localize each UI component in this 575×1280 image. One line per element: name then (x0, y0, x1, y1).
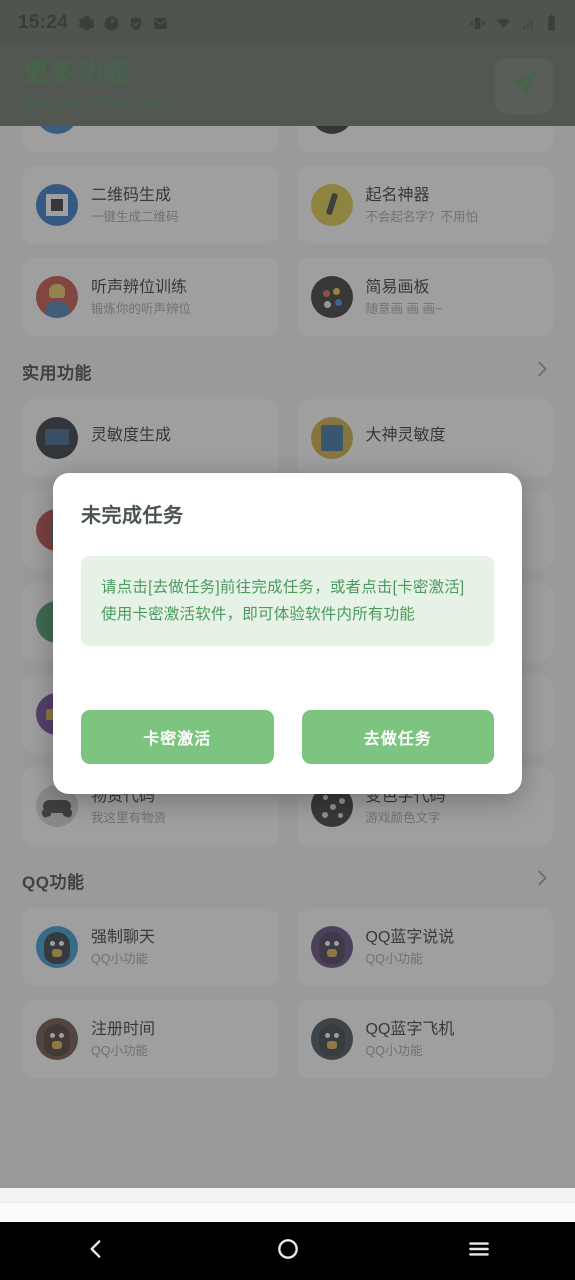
dialog-actions: 卡密激活 去做任务 (81, 710, 494, 768)
dialog-message: 请点击[去做任务]前往完成任务，或者点击[卡密激活]使用卡密激活软件，即可体验软… (81, 556, 494, 647)
android-nav-bar (0, 1222, 575, 1280)
do-task-button[interactable]: 去做任务 (301, 710, 494, 764)
card-activate-button[interactable]: 卡密激活 (81, 710, 274, 764)
dialog-title: 未完成任务 (81, 505, 184, 527)
nav-home-button[interactable] (192, 1236, 384, 1267)
back-chevron-icon (83, 1236, 109, 1267)
phone-screen: 15:24 (0, 0, 575, 1280)
nav-recents-button[interactable] (383, 1236, 575, 1267)
nav-back-button[interactable] (0, 1236, 192, 1267)
incomplete-task-dialog: 未完成任务 请点击[去做任务]前往完成任务，或者点击[卡密激活]使用卡密激活软件… (53, 473, 522, 794)
home-circle-icon (275, 1236, 301, 1267)
menu-lines-icon (466, 1236, 492, 1267)
